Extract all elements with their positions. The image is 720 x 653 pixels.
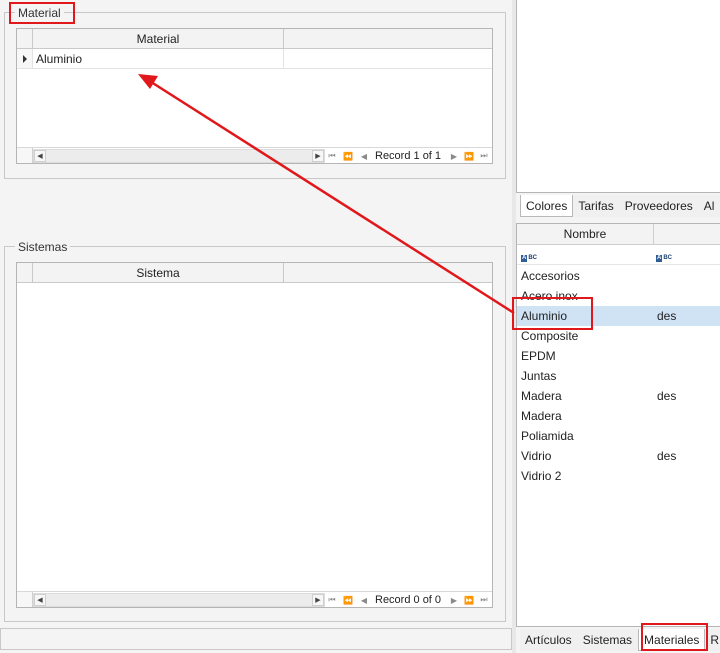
material-grid: Material Aluminio ◀ ▶ ⏮ ⏪ ◀ Record 1 of … <box>16 28 493 164</box>
list-item[interactable]: Madera des <box>517 386 720 406</box>
table-row[interactable]: Aluminio <box>17 49 492 69</box>
record-counter: Record 1 of 1 <box>375 150 442 162</box>
material-name: Vidrio 2 <box>521 469 562 483</box>
tab-sistemas[interactable]: Sistemas <box>577 629 639 651</box>
column-header-sistema[interactable]: Sistema <box>33 263 284 282</box>
materials-list-header: Nombre <box>517 224 720 245</box>
column-header-empty[interactable] <box>284 263 492 282</box>
chevron-left-icon[interactable]: ◀ <box>34 150 46 162</box>
next-record-icon[interactable]: ▶ <box>448 593 460 607</box>
highlight-aluminio-row <box>512 297 593 330</box>
highlight-materiales-tab <box>641 623 708 651</box>
next-record-icon[interactable]: ▶ <box>448 149 460 163</box>
column-header-descripcion[interactable] <box>654 224 720 244</box>
material-name: Madera <box>521 389 562 403</box>
material-name: Poliamida <box>521 429 574 443</box>
left-status-strip <box>0 628 512 650</box>
next-page-icon[interactable]: ⏩ <box>463 149 475 163</box>
sistemas-grid-header: Sistema <box>17 263 492 283</box>
list-item[interactable]: EPDM <box>517 346 720 366</box>
list-item[interactable]: Juntas <box>517 366 720 386</box>
grid-indicator-header <box>17 29 33 48</box>
materials-list-panel: Nombre A BC A BC Accesorios Acero inox Alumi… <box>516 223 720 627</box>
list-item[interactable]: Poliamida <box>517 426 720 446</box>
first-record-icon[interactable]: ⏮ <box>326 593 338 607</box>
next-page-icon[interactable]: ⏩ <box>463 593 475 607</box>
tab-proveedores[interactable]: Proveedores <box>619 195 699 217</box>
horizontal-scrollbar[interactable]: ◀ ▶ <box>33 149 325 163</box>
prev-record-icon[interactable]: ◀ <box>358 149 370 163</box>
top-right-panel <box>516 0 720 193</box>
tab-tarifas[interactable]: Tarifas <box>573 195 620 217</box>
material-description: des <box>657 309 677 323</box>
list-item[interactable]: Accesorios <box>517 266 720 286</box>
material-name: Composite <box>521 329 579 343</box>
material-cell[interactable]: Aluminio <box>33 49 284 68</box>
material-cell-empty[interactable] <box>284 49 492 68</box>
prev-page-icon[interactable]: ⏪ <box>342 149 354 163</box>
tab-articulos[interactable]: Artículos <box>520 629 578 651</box>
sistemas-group-legend: Sistemas <box>15 240 71 254</box>
material-grid-navbar: ◀ ▶ ⏮ ⏪ ◀ Record 1 of 1 ▶ ⏩ ⏭ <box>17 147 492 163</box>
row-indicator-icon <box>17 49 33 68</box>
abc-filter-icon[interactable]: A BC <box>517 248 654 262</box>
sistemas-grid: Sistema ◀ ▶ ⏮ ⏪ ◀ Record 0 of 0 ▶ ⏩ ⏭ <box>16 262 493 608</box>
grid-corner <box>17 148 33 163</box>
list-item[interactable]: Vidrio 2 <box>517 466 720 486</box>
material-grid-header: Material <box>17 29 492 49</box>
grid-indicator-header <box>17 263 33 282</box>
materials-filter-row: A BC A BC <box>517 245 720 265</box>
chevron-left-icon[interactable]: ◀ <box>34 594 46 606</box>
prev-page-icon[interactable]: ⏪ <box>342 593 354 607</box>
tab-colores[interactable]: Colores <box>520 195 574 217</box>
abc-filter-icon[interactable]: A BC <box>654 248 672 262</box>
material-name: Juntas <box>521 369 557 383</box>
material-description: des <box>657 389 677 403</box>
chevron-right-icon[interactable]: ▶ <box>312 150 324 162</box>
material-name: Accesorios <box>521 269 580 283</box>
last-record-icon[interactable]: ⏭ <box>478 149 490 163</box>
list-item[interactable]: Vidrio des <box>517 446 720 466</box>
highlight-material-legend <box>9 2 75 24</box>
material-description: des <box>657 449 677 463</box>
column-header-empty[interactable] <box>284 29 492 48</box>
list-item[interactable]: Madera <box>517 406 720 426</box>
grid-corner <box>17 592 33 607</box>
sistemas-grid-navbar: ◀ ▶ ⏮ ⏪ ◀ Record 0 of 0 ▶ ⏩ ⏭ <box>17 591 492 607</box>
material-name: EPDM <box>521 349 556 363</box>
column-header-material[interactable]: Material <box>33 29 284 48</box>
material-name: Vidrio <box>521 449 552 463</box>
last-record-icon[interactable]: ⏭ <box>478 593 490 607</box>
horizontal-scrollbar[interactable]: ◀ ▶ <box>33 593 325 607</box>
material-name: Madera <box>521 409 562 423</box>
tab-al[interactable]: Al <box>698 195 720 217</box>
record-counter: Record 0 of 0 <box>375 594 442 606</box>
column-header-nombre[interactable]: Nombre <box>517 224 654 244</box>
chevron-right-icon[interactable]: ▶ <box>312 594 324 606</box>
top-right-tabbar: Colores Tarifas Proveedores Al <box>516 193 720 217</box>
first-record-icon[interactable]: ⏮ <box>326 149 338 163</box>
prev-record-icon[interactable]: ◀ <box>358 593 370 607</box>
